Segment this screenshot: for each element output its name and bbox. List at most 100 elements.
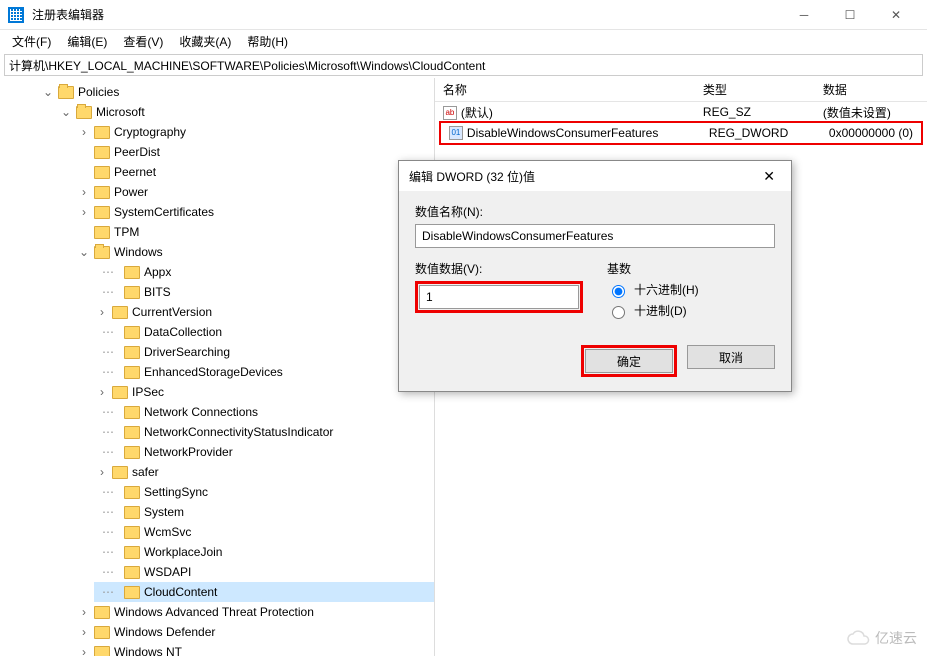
tree-item-microsoft[interactable]: ⌄Microsoft <box>58 102 434 122</box>
folder-icon <box>124 566 140 579</box>
watermark: 亿速云 <box>847 628 917 648</box>
folder-icon <box>124 486 140 499</box>
folder-icon <box>112 306 128 319</box>
tree-item[interactable]: PeerDist <box>76 142 434 162</box>
tree-item[interactable]: ⋯BITS <box>94 282 434 302</box>
string-value-icon: ab <box>443 106 457 120</box>
dialog-titlebar[interactable]: 编辑 DWORD (32 位)值 ✕ <box>399 161 791 191</box>
folder-icon <box>112 386 128 399</box>
minimize-button[interactable]: ─ <box>781 0 827 30</box>
folder-icon <box>58 86 74 99</box>
folder-icon <box>94 626 110 639</box>
tree-item[interactable]: ›Windows Advanced Threat Protection <box>76 602 434 622</box>
tree-pane[interactable]: ⌄Policies ⌄Microsoft ›Cryptography PeerD… <box>0 78 435 656</box>
expand-icon[interactable]: › <box>78 122 90 142</box>
tree-item[interactable]: ⋯WcmSvc <box>94 522 434 542</box>
folder-icon <box>124 546 140 559</box>
folder-icon <box>94 126 110 139</box>
expand-icon[interactable]: › <box>96 462 108 482</box>
menu-view[interactable]: 查看(V) <box>115 31 171 52</box>
dword-value-icon: 01 <box>449 126 463 140</box>
folder-icon <box>124 326 140 339</box>
collapse-icon[interactable]: ⌄ <box>60 102 72 122</box>
radio-hex[interactable]: 十六进制(H) <box>607 281 775 298</box>
collapse-icon[interactable]: ⌄ <box>42 82 54 102</box>
close-button[interactable]: ✕ <box>873 0 919 30</box>
tree-item[interactable]: ›Cryptography <box>76 122 434 142</box>
folder-icon <box>124 426 140 439</box>
tree-item-cloudcontent[interactable]: ⋯CloudContent <box>94 582 434 602</box>
folder-icon <box>124 406 140 419</box>
tree-item[interactable]: TPM <box>76 222 434 242</box>
tree-item[interactable]: ⋯DataCollection <box>94 322 434 342</box>
col-type[interactable]: 类型 <box>695 81 815 98</box>
tree-item[interactable]: ⋯EnhancedStorageDevices <box>94 362 434 382</box>
folder-icon <box>124 506 140 519</box>
radio-dec[interactable]: 十进制(D) <box>607 302 775 319</box>
folder-icon <box>112 466 128 479</box>
tree-item[interactable]: ⋯NetworkConnectivityStatusIndicator <box>94 422 434 442</box>
menu-help[interactable]: 帮助(H) <box>239 31 296 52</box>
col-name[interactable]: 名称 <box>435 81 695 98</box>
expand-icon[interactable]: › <box>78 642 90 656</box>
tree-item[interactable]: ⋯SettingSync <box>94 482 434 502</box>
menu-edit[interactable]: 编辑(E) <box>59 31 115 52</box>
tree-item[interactable]: ⋯Appx <box>94 262 434 282</box>
tree-item[interactable]: ⋯Network Connections <box>94 402 434 422</box>
window-title: 注册表编辑器 <box>32 6 781 23</box>
expand-icon[interactable]: › <box>96 382 108 402</box>
titlebar: 注册表编辑器 ─ ☐ ✕ <box>0 0 927 30</box>
tree-item[interactable]: ›safer <box>94 462 434 482</box>
value-name-input[interactable] <box>415 224 775 248</box>
menu-file[interactable]: 文件(F) <box>4 31 59 52</box>
address-text: 计算机\HKEY_LOCAL_MACHINE\SOFTWARE\Policies… <box>9 57 485 74</box>
folder-icon <box>124 446 140 459</box>
folder-icon <box>94 606 110 619</box>
cancel-button[interactable]: 取消 <box>687 345 775 369</box>
tree-item[interactable]: ›IPSec <box>94 382 434 402</box>
folder-icon <box>124 526 140 539</box>
value-row-default[interactable]: ab(默认) REG_SZ (数值未设置) <box>435 102 927 122</box>
folder-icon <box>94 186 110 199</box>
cloud-icon <box>847 630 871 646</box>
list-header: 名称 类型 数据 <box>435 78 927 102</box>
collapse-icon[interactable]: ⌄ <box>78 242 90 262</box>
tree-item[interactable]: ›Windows Defender <box>76 622 434 642</box>
tree-item[interactable]: ⋯System <box>94 502 434 522</box>
expand-icon[interactable]: › <box>78 202 90 222</box>
ok-button[interactable]: 确定 <box>585 349 673 373</box>
folder-icon <box>94 226 110 239</box>
value-name-label: 数值名称(N): <box>415 203 775 220</box>
expand-icon[interactable]: › <box>78 602 90 622</box>
folder-icon <box>124 366 140 379</box>
window-controls: ─ ☐ ✕ <box>781 0 919 30</box>
tree-item-policies[interactable]: ⌄Policies <box>40 82 434 102</box>
address-bar[interactable]: 计算机\HKEY_LOCAL_MACHINE\SOFTWARE\Policies… <box>4 54 923 76</box>
menu-favorites[interactable]: 收藏夹(A) <box>171 31 239 52</box>
menubar: 文件(F) 编辑(E) 查看(V) 收藏夹(A) 帮助(H) <box>0 30 927 52</box>
dialog-close-button[interactable]: ✕ <box>757 166 781 187</box>
tree-item[interactable]: ⋯WSDAPI <box>94 562 434 582</box>
expand-icon[interactable]: › <box>78 182 90 202</box>
folder-icon <box>124 286 140 299</box>
tree-item-windows[interactable]: ⌄Windows <box>76 242 434 262</box>
expand-icon[interactable]: › <box>96 302 108 322</box>
tree-item[interactable]: ›CurrentVersion <box>94 302 434 322</box>
tree-item[interactable]: ›Windows NT <box>76 642 434 656</box>
tree-item[interactable]: ⋯WorkplaceJoin <box>94 542 434 562</box>
tree-item[interactable]: Peernet <box>76 162 434 182</box>
maximize-button[interactable]: ☐ <box>827 0 873 30</box>
tree-item[interactable]: ›SystemCertificates <box>76 202 434 222</box>
tree-item[interactable]: ⋯DriverSearching <box>94 342 434 362</box>
tree-item[interactable]: ⋯NetworkProvider <box>94 442 434 462</box>
value-row-disable-consumer[interactable]: 01DisableWindowsConsumerFeatures REG_DWO… <box>441 123 921 143</box>
col-data[interactable]: 数据 <box>815 81 927 98</box>
folder-icon <box>124 346 140 359</box>
tree-item[interactable]: ›Power <box>76 182 434 202</box>
value-data-input[interactable] <box>419 285 579 309</box>
regedit-icon <box>8 7 24 23</box>
expand-icon[interactable]: › <box>78 622 90 642</box>
folder-icon <box>76 106 92 119</box>
value-data-label: 数值数据(V): <box>415 260 583 277</box>
folder-icon <box>124 586 140 599</box>
